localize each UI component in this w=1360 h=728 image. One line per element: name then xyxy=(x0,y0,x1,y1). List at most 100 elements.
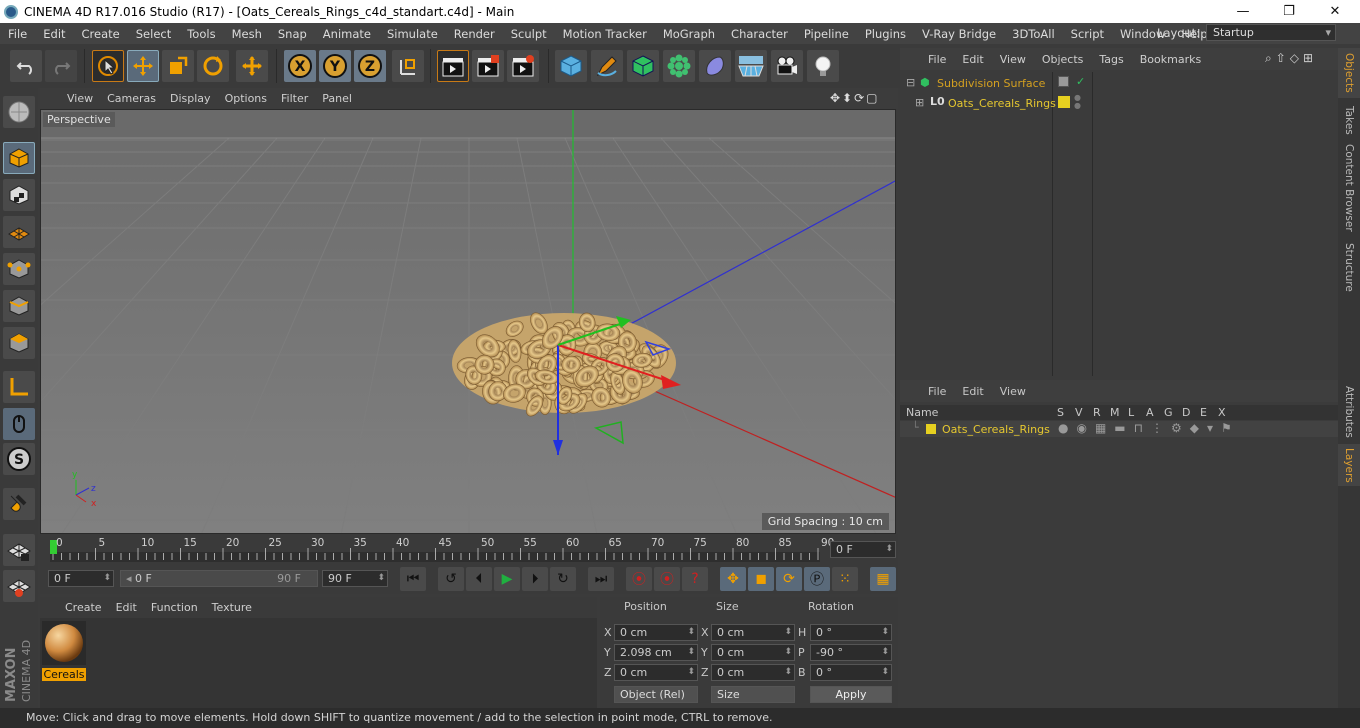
minimize-button[interactable]: — xyxy=(1220,0,1266,23)
move-icon[interactable] xyxy=(127,50,159,82)
viewport-menu-options[interactable]: Options xyxy=(218,92,274,105)
viewport-menu-view[interactable]: View xyxy=(60,92,100,105)
apply-button[interactable]: Apply xyxy=(810,686,892,703)
material-menu-texture[interactable]: Texture xyxy=(205,601,259,614)
object-name[interactable]: Subdivision Surface xyxy=(937,77,1045,90)
rotation-p-field[interactable]: -90 ° xyxy=(810,644,892,661)
layer-name[interactable]: Oats_Cereals_Rings xyxy=(942,423,1050,436)
layout-dropdown[interactable]: Startup xyxy=(1206,24,1336,41)
objects-menu-edit[interactable]: Edit xyxy=(954,53,991,66)
tab-takes[interactable]: Takes xyxy=(1338,100,1360,140)
scale-icon[interactable] xyxy=(162,50,194,82)
next-key-icon[interactable]: ↻ xyxy=(550,567,576,591)
menu-select[interactable]: Select xyxy=(128,27,179,41)
layer-color-swatch[interactable] xyxy=(926,424,936,434)
camera-icon[interactable] xyxy=(771,50,803,82)
z-axis-icon[interactable]: Z xyxy=(354,50,386,82)
make-editable-icon[interactable] xyxy=(3,96,35,128)
key-rotation-icon[interactable]: ⟳ xyxy=(776,567,802,591)
tweak-mode-icon[interactable] xyxy=(3,408,35,440)
viewport-menu-display[interactable]: Display xyxy=(163,92,218,105)
subdivision-icon[interactable] xyxy=(627,50,659,82)
snapping-icon[interactable]: S xyxy=(3,443,35,475)
visibility-dots-icon[interactable]: ● ● xyxy=(1074,94,1081,110)
object-row-subdivision[interactable]: ⊟ ⬢ Subdivision Surface ✓ xyxy=(900,74,1338,92)
key-pla-icon[interactable]: ⁙ xyxy=(832,567,858,591)
material-menu-create[interactable]: Create xyxy=(58,601,109,614)
pen-icon[interactable] xyxy=(591,50,623,82)
current-frame-field[interactable]: 0 F xyxy=(830,541,896,558)
menu-file[interactable]: File xyxy=(0,27,35,41)
layer-toggle-icons[interactable]: ●◉▦▬⊓⋮⚙◆▾⚑ xyxy=(1058,421,1240,435)
viewport-menu-filter[interactable]: Filter xyxy=(274,92,315,105)
material-swatch-cereals[interactable]: Cereals xyxy=(42,621,86,681)
menu-plugins[interactable]: Plugins xyxy=(857,27,914,41)
cube-icon[interactable] xyxy=(555,50,587,82)
menu-motion-tracker[interactable]: Motion Tracker xyxy=(555,27,655,41)
tab-layers[interactable]: Layers xyxy=(1338,444,1360,486)
rotation-b-field[interactable]: 0 ° xyxy=(810,664,892,681)
tab-attributes[interactable]: Attributes xyxy=(1338,382,1360,442)
locked-workplane-icon[interactable] xyxy=(3,534,35,566)
menu-create[interactable]: Create xyxy=(74,27,128,41)
preview-range-slider[interactable]: ◂ 0 F 90 F xyxy=(120,570,318,587)
layers-menu-edit[interactable]: Edit xyxy=(954,385,991,398)
coordinate-mode-dropdown[interactable]: Object (Rel) xyxy=(614,686,698,703)
menu-character[interactable]: Character xyxy=(723,27,796,41)
tab-structure[interactable]: Structure xyxy=(1338,238,1360,296)
object-search-icon[interactable]: ⌕⇧◇⊞ xyxy=(1265,51,1317,66)
previous-frame-icon[interactable]: ⏴ xyxy=(466,567,492,591)
play-icon[interactable]: ▶ xyxy=(494,567,520,591)
menu-render[interactable]: Render xyxy=(446,27,503,41)
objects-menu-tags[interactable]: Tags xyxy=(1091,53,1131,66)
menu-mograph[interactable]: MoGraph xyxy=(655,27,723,41)
menu-pipeline[interactable]: Pipeline xyxy=(796,27,857,41)
size-mode-dropdown[interactable]: Size xyxy=(711,686,795,703)
layer-color-icon[interactable] xyxy=(1058,96,1070,108)
render-picture-viewer-icon[interactable] xyxy=(472,50,504,82)
viewport-nav-icons[interactable]: ✥⬍⟳▢ xyxy=(830,91,880,105)
rotate-icon[interactable] xyxy=(197,50,229,82)
menu-sculpt[interactable]: Sculpt xyxy=(503,27,555,41)
goto-end-icon[interactable]: ⏭ xyxy=(588,567,614,591)
position-y-field[interactable]: 2.098 cm xyxy=(614,644,698,661)
redo-icon[interactable] xyxy=(45,50,77,82)
close-button[interactable]: ✕ xyxy=(1312,0,1358,23)
3d-viewport[interactable]: y z x Perspective Grid Spacing : 10 cm xyxy=(40,109,896,534)
previous-key-icon[interactable]: ↺ xyxy=(438,567,464,591)
min-time-field[interactable]: 0 F xyxy=(48,570,114,587)
menu-tools[interactable]: Tools xyxy=(179,27,223,41)
menu-edit[interactable]: Edit xyxy=(35,27,73,41)
object-name[interactable]: Oats_Cereals_Rings xyxy=(948,97,1056,110)
objects-menu-bookmarks[interactable]: Bookmarks xyxy=(1132,53,1209,66)
menu-simulate[interactable]: Simulate xyxy=(379,27,446,41)
key-scale-icon[interactable]: ◼ xyxy=(748,567,774,591)
objects-menu-view[interactable]: View xyxy=(992,53,1034,66)
coordinate-system-icon[interactable] xyxy=(392,50,424,82)
floor-icon[interactable] xyxy=(735,50,767,82)
planar-workplane-icon[interactable] xyxy=(3,570,35,602)
viewport-menu-cameras[interactable]: Cameras xyxy=(100,92,163,105)
edges-mode-icon[interactable] xyxy=(3,290,35,322)
keyframe-selection-icon[interactable]: ? xyxy=(682,567,708,591)
menu-animate[interactable]: Animate xyxy=(315,27,379,41)
maximize-button[interactable]: ❐ xyxy=(1266,0,1312,23)
position-z-field[interactable]: 0 cm xyxy=(614,664,698,681)
menu-mesh[interactable]: Mesh xyxy=(224,27,270,41)
timeline-ruler[interactable]: 0 5 10 15 20 25 30 35 40 45 50 55 60 65 70 75 80 85 90 0 F xyxy=(40,534,898,564)
transform-icon[interactable] xyxy=(236,50,268,82)
menu-3dtoall[interactable]: 3DToAll xyxy=(1004,27,1063,41)
layers-menu-file[interactable]: File xyxy=(920,385,954,398)
key-parameter-icon[interactable]: Ⓟ xyxy=(804,567,830,591)
layers-menu-view[interactable]: View xyxy=(992,385,1034,398)
enabled-check-icon[interactable]: ✓ xyxy=(1076,75,1085,88)
rotation-h-field[interactable]: 0 ° xyxy=(810,624,892,641)
deformer-icon[interactable] xyxy=(699,50,731,82)
render-settings-icon[interactable] xyxy=(507,50,539,82)
viewport-menu-panel[interactable]: Panel xyxy=(315,92,359,105)
position-x-field[interactable]: 0 cm xyxy=(614,624,698,641)
light-icon[interactable] xyxy=(807,50,839,82)
workplane-mode-icon[interactable] xyxy=(3,216,35,248)
texture-mode-icon[interactable] xyxy=(3,179,35,211)
undo-icon[interactable] xyxy=(10,50,42,82)
